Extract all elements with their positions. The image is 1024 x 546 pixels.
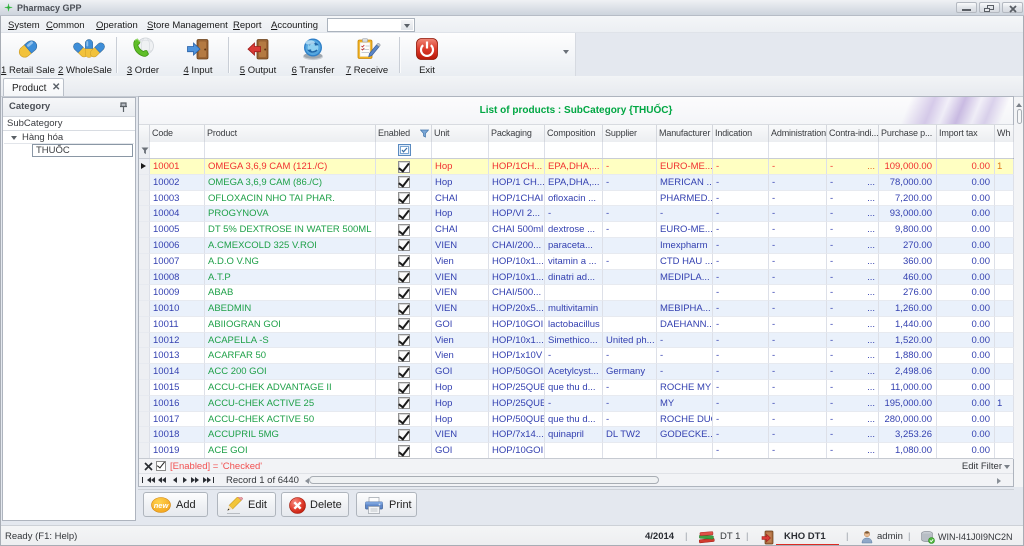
svg-text:new: new — [154, 501, 170, 510]
